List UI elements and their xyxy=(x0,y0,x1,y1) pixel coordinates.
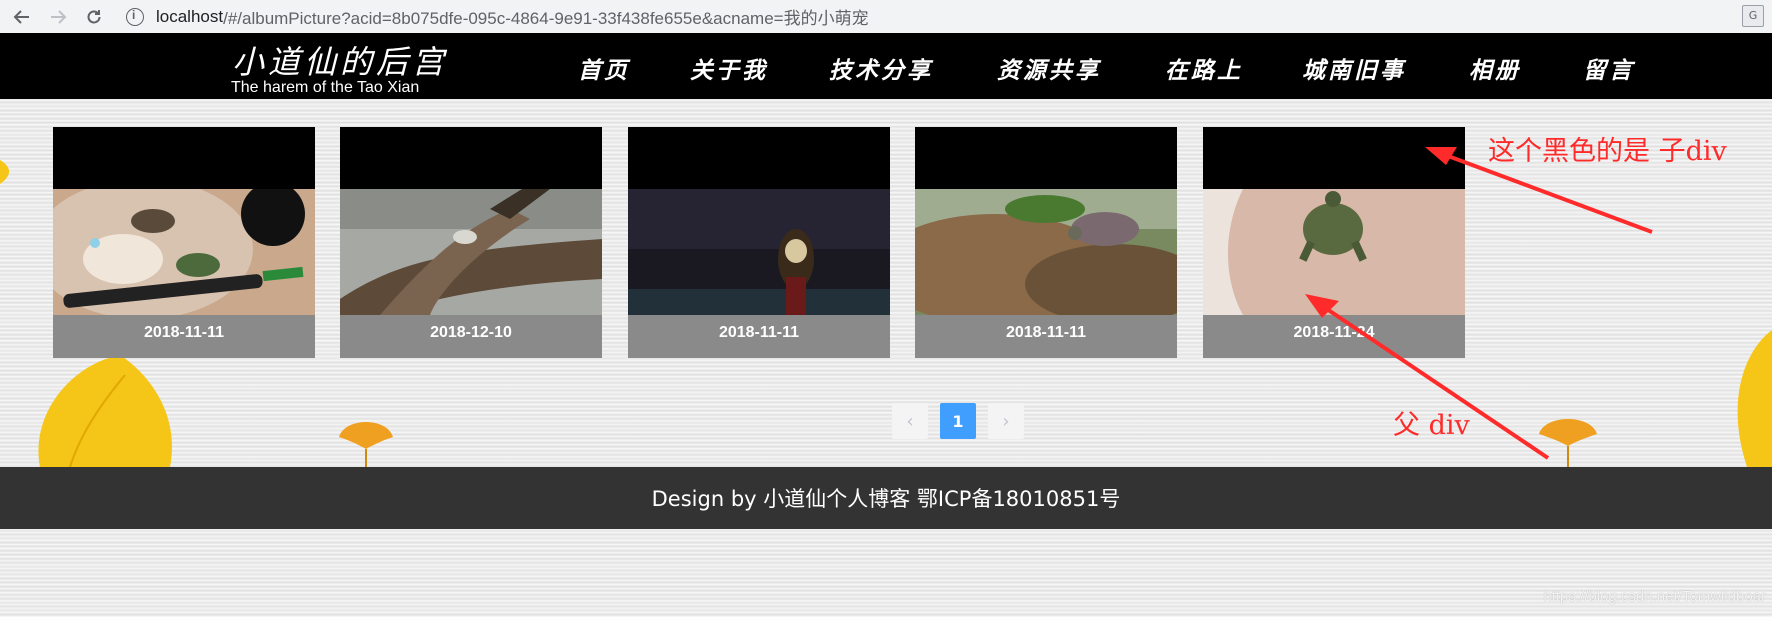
nav-tech[interactable]: 技术分享 xyxy=(829,51,933,85)
album-card[interactable]: 2018-11-11 xyxy=(915,127,1177,358)
album-date: 2018-11-11 xyxy=(143,324,225,341)
album-card[interactable]: 2018-11-11 xyxy=(53,127,315,358)
album-date: 2018-11-11 xyxy=(718,324,800,341)
prev-page-button[interactable]: ‹ xyxy=(892,403,928,439)
footer-text: Design by 小道仙个人博客 鄂ICP备18010851号 xyxy=(651,487,1121,511)
address-bar[interactable]: localhost/#/albumPicture?acid=8b075dfe-0… xyxy=(126,2,1726,31)
translate-icon[interactable]: G xyxy=(1742,5,1764,27)
next-page-button[interactable]: › xyxy=(988,403,1024,439)
child-div-black xyxy=(53,127,315,189)
ginkgo-leaf-left xyxy=(38,355,172,467)
nav-home[interactable]: 首页 xyxy=(578,51,630,85)
nav-old-stories[interactable]: 城南旧事 xyxy=(1302,51,1406,85)
child-div-black xyxy=(628,127,890,189)
annotation-child-label: 这个黑色的是 子div xyxy=(1488,136,1727,167)
album-date: 2018-11-24 xyxy=(1293,324,1375,341)
forward-icon[interactable] xyxy=(44,3,72,31)
browser-toolbar: localhost/#/albumPicture?acid=8b075dfe-0… xyxy=(0,0,1772,34)
child-div-black xyxy=(1203,127,1465,189)
photo-dark-aquarium xyxy=(628,189,890,315)
watermark: https://blog.csdn.net/Tomwildboar xyxy=(1543,588,1766,605)
album-card[interactable]: 2018-11-11 xyxy=(628,127,890,358)
nav-message[interactable]: 留言 xyxy=(1583,51,1635,85)
logo-title[interactable]: 小道仙的后宫 xyxy=(232,37,448,83)
child-div-black xyxy=(340,127,602,189)
photo-turtle-desk xyxy=(53,189,315,315)
photo-turtle-tub xyxy=(1203,189,1465,315)
back-icon[interactable] xyxy=(8,3,36,31)
nav-resources[interactable]: 资源共享 xyxy=(997,51,1101,85)
nav-on-the-road[interactable]: 在路上 xyxy=(1165,51,1243,85)
page-1-button[interactable]: 1 xyxy=(940,403,976,439)
album-date: 2018-11-11 xyxy=(1005,324,1087,341)
child-div-black xyxy=(915,127,1177,189)
url-host: localhost xyxy=(156,6,224,26)
nav-album[interactable]: 相册 xyxy=(1469,51,1521,85)
photo-turtle-leaf xyxy=(915,189,1177,315)
pagination: ‹ 1 › xyxy=(892,403,1024,439)
ginkgo-leaf-small xyxy=(339,422,393,467)
reload-icon[interactable] xyxy=(80,3,108,31)
photo-driftwood-lizard xyxy=(340,189,602,315)
site-header: 小道仙的后宫 The harem of the Tao Xian 首页 关于我 … xyxy=(0,33,1772,99)
ginkgo-leaf-right xyxy=(1737,330,1772,467)
nav-about[interactable]: 关于我 xyxy=(690,51,768,85)
url-path: /#/albumPicture?acid=8b075dfe-095c-4864-… xyxy=(223,9,869,28)
annotation-parent-label: 父 div xyxy=(1393,410,1470,441)
ginkgo-leaf-right-small xyxy=(1539,419,1597,467)
ginkgo-leaf-edge xyxy=(0,160,10,184)
album-card[interactable]: 2018-12-10 xyxy=(340,127,602,358)
info-icon[interactable] xyxy=(126,7,144,26)
album-card[interactable]: 2018-11-24 xyxy=(1203,127,1465,358)
logo-subtitle: The harem of the Tao Xian xyxy=(231,79,420,96)
site-footer: Design by 小道仙个人博客 鄂ICP备18010851号 xyxy=(0,467,1772,529)
album-date: 2018-12-10 xyxy=(430,324,512,341)
